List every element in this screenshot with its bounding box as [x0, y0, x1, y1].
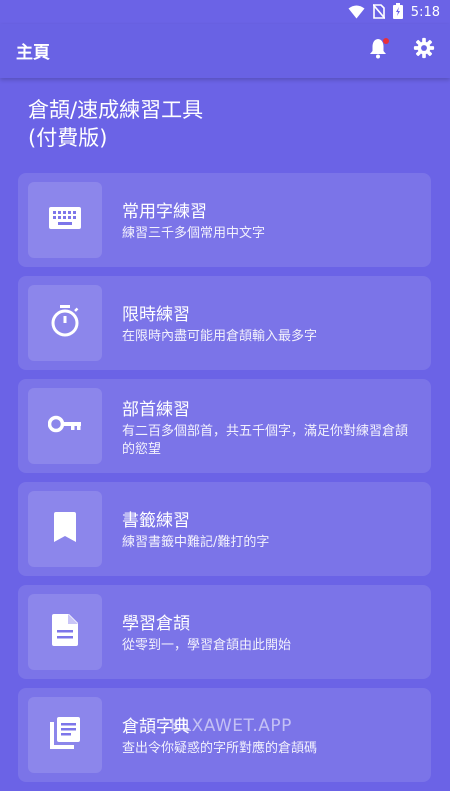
card-title: 學習倉頡 [122, 614, 190, 634]
status-time: 5:18 [410, 5, 440, 20]
card-common-characters[interactable]: 常用字練習 練習三千多個常用中文字 [18, 173, 431, 267]
app-bar: 主頁 [0, 24, 450, 78]
timer-icon [50, 305, 80, 341]
card-subtitle: 有二百多個部首，共五千個字，滿足你對練習倉頡的慾望 [122, 424, 409, 457]
gear-icon [413, 37, 435, 63]
dictionary-icon [50, 717, 80, 753]
keyboard-icon [49, 207, 81, 233]
document-icon [52, 614, 78, 650]
key-icon [47, 415, 82, 437]
card-title: 常用字練習 [122, 202, 207, 222]
card-title: 限時練習 [122, 305, 190, 325]
card-timed-practice[interactable]: 限時練習 在限時內盡可能用倉頡輸入最多字 [18, 276, 431, 370]
wifi-icon [348, 4, 365, 23]
card-icon-box [28, 491, 102, 567]
card-icon-box [28, 182, 102, 258]
card-icon-box [28, 388, 102, 464]
card-bookmark-practice[interactable]: 書籤練習 練習書籤中難記/難打的字 [18, 482, 431, 576]
card-title: 部首練習 [122, 400, 190, 420]
card-icon-box [28, 697, 102, 773]
hero-title: 倉頡/速成練習工具 (付費版) [28, 96, 428, 152]
card-learn-cangjie[interactable]: 學習倉頡 從零到一，學習倉頡由此開始 [18, 585, 431, 679]
watermark: KLXAWET.APP [170, 716, 292, 736]
status-icons: 5:18 [348, 3, 440, 23]
card-radical-practice[interactable]: 部首練習 有二百多個部首，共五千個字，滿足你對練習倉頡的慾望 [18, 379, 431, 473]
app-title: 主頁 [16, 43, 50, 63]
card-subtitle: 從零到一，學習倉頡由此開始 [122, 638, 292, 653]
card-icon-box [28, 594, 102, 670]
card-title: 書籤練習 [122, 511, 190, 531]
card-subtitle: 查出令你疑惑的字所對應的倉頡碼 [122, 741, 318, 756]
status-bar: 5:18 [0, 0, 450, 24]
notification-dot [383, 38, 389, 44]
card-subtitle: 練習三千多個常用中文字 [122, 226, 266, 241]
bookmark-icon [54, 512, 76, 546]
card-icon-box [28, 285, 102, 361]
battery-icon [392, 3, 403, 23]
card-subtitle: 在限時內盡可能用倉頡輸入最多字 [122, 329, 318, 344]
hero-title-line2: (付費版) [28, 126, 108, 150]
card-subtitle: 練習書籤中難記/難打的字 [122, 535, 270, 550]
app-actions [366, 37, 436, 63]
menu-cards: 常用字練習 練習三千多個常用中文字 限時練習 在限時內盡可能用倉頡輸入最多字 部… [18, 173, 431, 791]
no-sim-icon [372, 3, 386, 23]
settings-button[interactable] [412, 37, 436, 63]
hero-title-line1: 倉頡/速成練習工具 [28, 98, 204, 122]
notifications-button[interactable] [366, 38, 390, 62]
